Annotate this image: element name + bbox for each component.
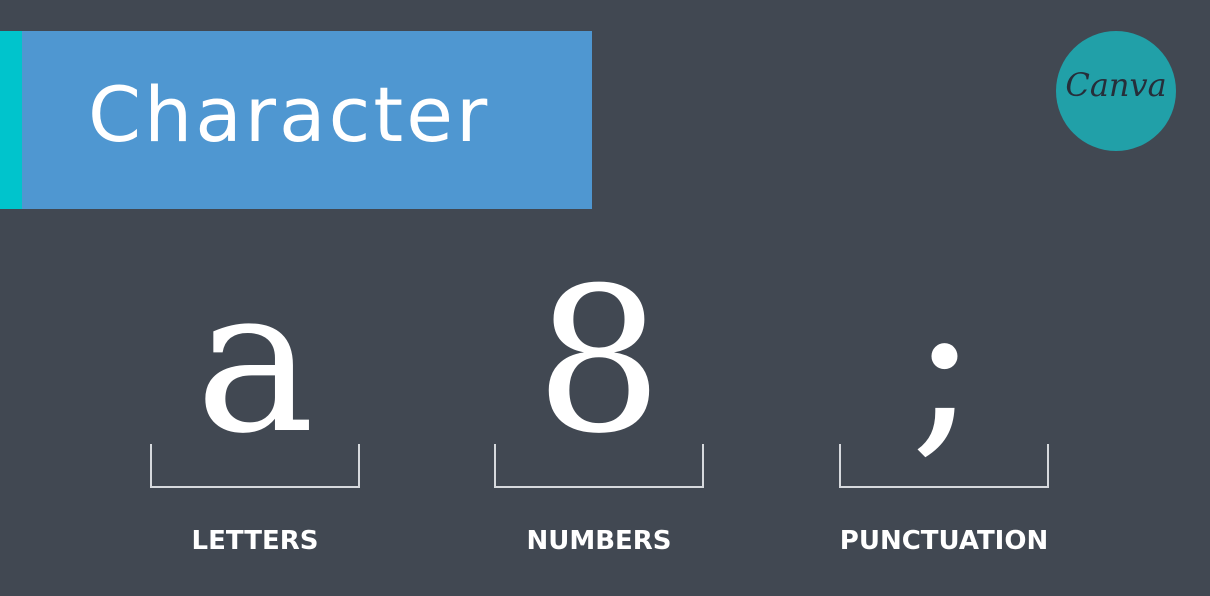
title-banner: Character: [0, 31, 592, 209]
title-accent-bar: [0, 31, 22, 209]
canva-logo: Canva: [1056, 31, 1176, 151]
example-numbers: 8 NUMBERS: [469, 262, 729, 572]
example-letters: a LETTERS: [125, 262, 385, 572]
bracket: [494, 444, 704, 488]
glyph-number: 8: [535, 245, 663, 478]
glyph-letter: a: [195, 245, 315, 478]
bracket: [150, 444, 360, 488]
label-letters: LETTERS: [191, 526, 319, 556]
bracket: [839, 444, 1049, 488]
glyph-punctuation: ;: [910, 245, 978, 478]
example-punctuation: ; PUNCTUATION: [814, 262, 1074, 572]
page-title: Character: [88, 70, 491, 159]
logo-text: Canva: [1065, 66, 1167, 104]
label-numbers: NUMBERS: [526, 526, 672, 556]
label-punctuation: PUNCTUATION: [839, 526, 1049, 556]
